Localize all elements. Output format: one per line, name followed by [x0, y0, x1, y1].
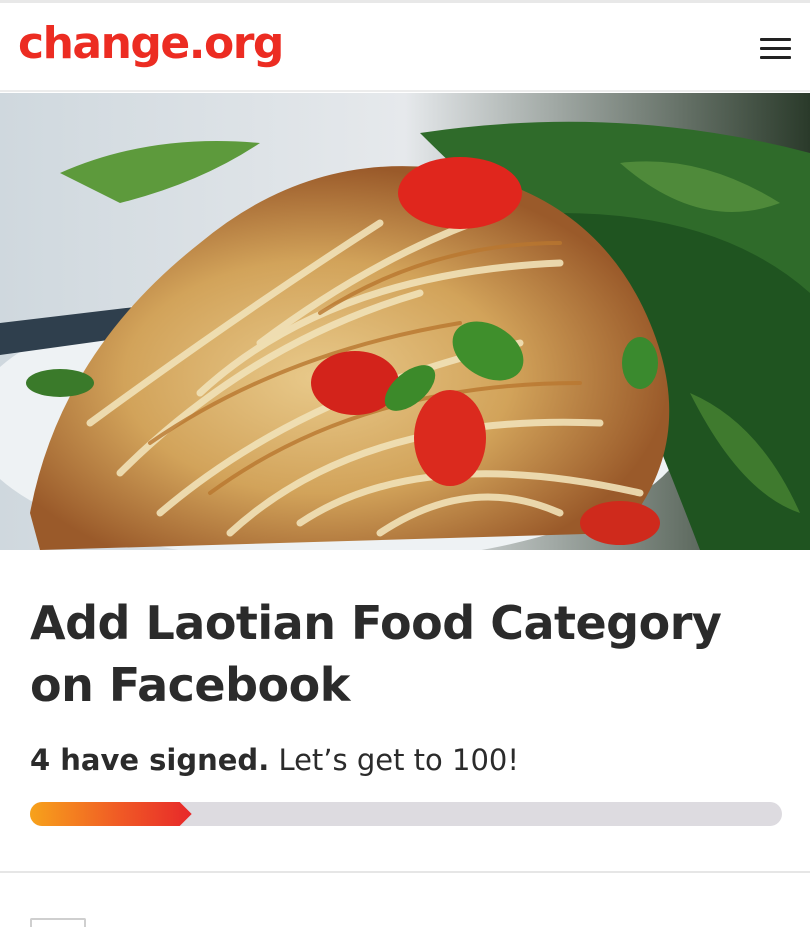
section-divider	[0, 871, 810, 873]
next-section-box	[30, 918, 86, 927]
petition-title: Add Laotian Food Category on Facebook	[30, 596, 722, 712]
change-org-logo[interactable]: change.org	[18, 18, 284, 70]
signature-goal: Let’s get to 100!	[278, 743, 519, 777]
menu-bar	[760, 47, 791, 50]
papaya-salad-photo	[0, 93, 810, 550]
header-top-border	[0, 0, 810, 3]
signature-count-line: 4 have signed. Let’s get to 100!	[30, 740, 519, 780]
petition-hero-image	[0, 93, 810, 550]
signature-count: 4 have signed.	[30, 743, 270, 777]
signature-progress-bar	[30, 802, 782, 826]
menu-bar	[760, 56, 791, 59]
hamburger-menu-icon[interactable]	[752, 33, 796, 65]
signature-progress-fill	[30, 802, 192, 826]
menu-bar	[760, 38, 791, 41]
site-header: change.org	[0, 0, 810, 92]
